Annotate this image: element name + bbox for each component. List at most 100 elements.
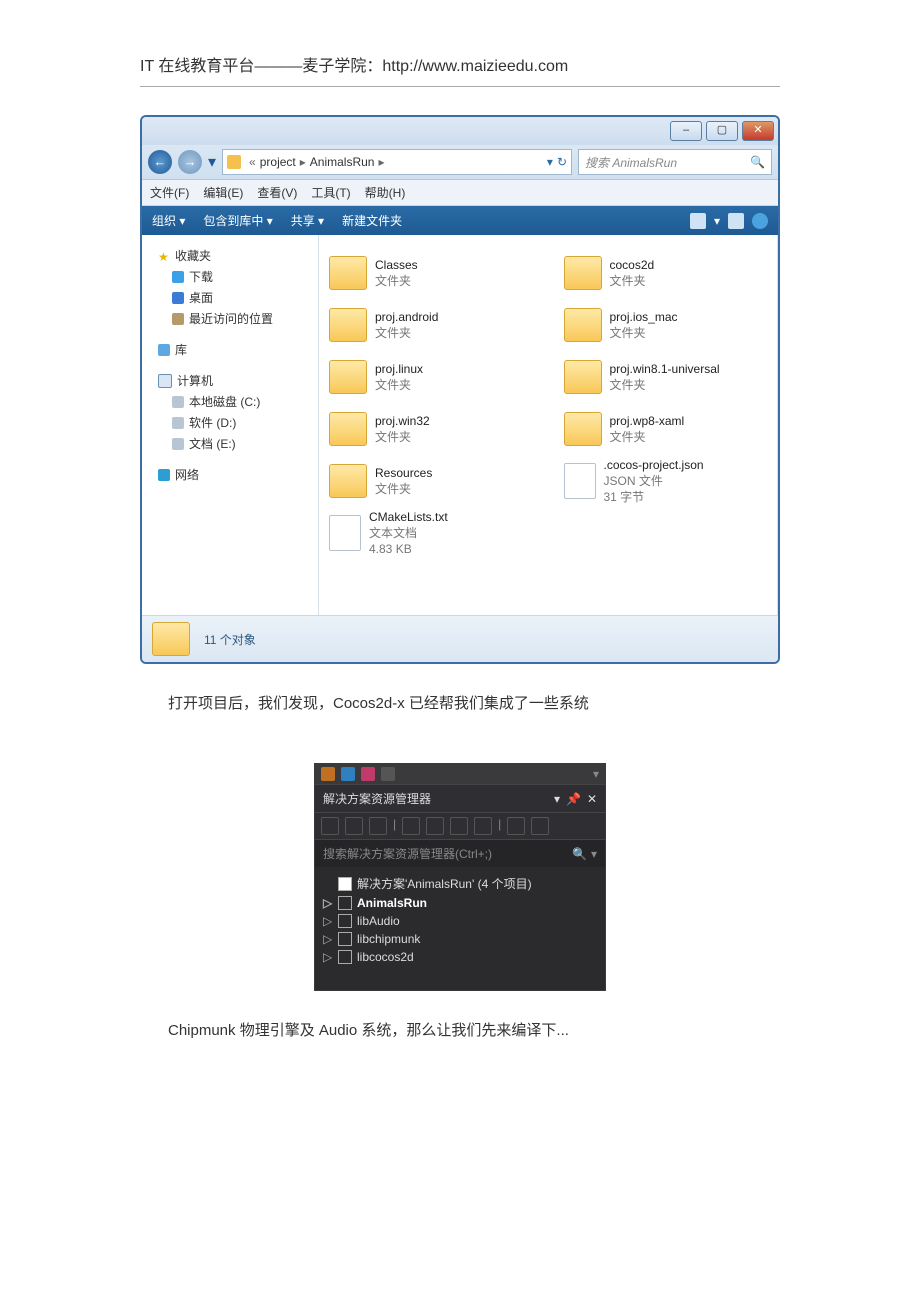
window-minimize-button[interactable]: –	[670, 121, 702, 141]
menu-tools[interactable]: 工具(T)	[311, 184, 350, 201]
toolbar-organize[interactable]: 组织 ▾	[152, 212, 185, 229]
menubar: 文件(F) 编辑(E) 查看(V) 工具(T) 帮助(H)	[142, 180, 778, 206]
recent-icon	[172, 313, 184, 325]
vs-search-placeholder: 搜索解决方案资源管理器(Ctrl+;)	[323, 845, 492, 862]
sidebar-item-downloads[interactable]: 下载	[150, 266, 310, 287]
toolbar-newfolder[interactable]: 新建文件夹	[342, 212, 402, 229]
vs-tool-more[interactable]	[531, 817, 549, 835]
vs-tool-refresh[interactable]	[426, 817, 444, 835]
file-item[interactable]: proj.wp8-xaml文件夹	[564, 403, 769, 455]
file-item[interactable]: proj.linux文件夹	[329, 351, 534, 403]
dropdown-icon[interactable]: ▾	[554, 792, 560, 806]
chevron-right-icon: ▷	[323, 932, 333, 946]
vs-solution-label: 解决方案'AnimalsRun' (4 个项目)	[357, 875, 532, 892]
vs-tool-collapse[interactable]	[450, 817, 468, 835]
sidebar-libraries[interactable]: 库	[150, 339, 310, 360]
nav-forward-button[interactable]: →	[178, 150, 202, 174]
file-item[interactable]: proj.ios_mac文件夹	[564, 299, 769, 351]
vs-tab-icon[interactable]	[321, 767, 335, 781]
vs-tab-icon[interactable]	[381, 767, 395, 781]
vs-project-node[interactable]: ▷ libcocos2d	[319, 948, 601, 966]
sidebar-item-drive-d[interactable]: 软件 (D:)	[150, 412, 310, 433]
home-icon[interactable]	[369, 817, 387, 835]
vs-tab-icon[interactable]	[361, 767, 375, 781]
vs-project-node[interactable]: ▷ libchipmunk	[319, 930, 601, 948]
file-item[interactable]: proj.win32文件夹	[329, 403, 534, 455]
chevron-right-icon: ▷	[323, 914, 333, 928]
pin-icon[interactable]: 📌	[566, 792, 581, 806]
vs-tab-icon[interactable]	[341, 767, 355, 781]
project-icon	[338, 914, 352, 928]
vs-solution-node[interactable]: 解决方案'AnimalsRun' (4 个项目)	[319, 873, 601, 894]
breadcrumb-animalsrun[interactable]: AnimalsRun	[310, 155, 375, 169]
breadcrumb-project[interactable]: project	[260, 155, 296, 169]
folder-icon	[329, 412, 367, 446]
file-item[interactable]: proj.win8.1-universal文件夹	[564, 351, 769, 403]
menu-file[interactable]: 文件(F)	[150, 184, 189, 201]
nav-back-button[interactable]: ←	[148, 150, 172, 174]
preview-pane-icon[interactable]	[728, 213, 744, 229]
paragraph-1: 打开项目后，我们发现，Cocos2d-x 已经帮我们集成了一些系统	[168, 692, 780, 713]
sidebar-favorites[interactable]: ★ 收藏夹	[150, 245, 310, 266]
menu-view[interactable]: 查看(V)	[257, 184, 297, 201]
close-icon[interactable]: ✕	[587, 792, 597, 806]
help-icon[interactable]	[752, 213, 768, 229]
file-item[interactable]: CMakeLists.txt文本文档4.83 KB	[329, 507, 534, 559]
file-type: 文件夹	[375, 325, 438, 341]
project-icon	[338, 950, 352, 964]
view-mode-icon[interactable]	[690, 213, 706, 229]
toolbar-include[interactable]: 包含到库中 ▾	[203, 212, 272, 229]
vs-project-node[interactable]: ▷ libAudio	[319, 912, 601, 930]
file-item[interactable]: Resources文件夹	[329, 455, 534, 507]
file-type: 文件夹	[610, 273, 655, 289]
vs-tool-sync[interactable]	[402, 817, 420, 835]
drive-icon	[172, 396, 184, 408]
sidebar-item-drive-c[interactable]: 本地磁盘 (C:)	[150, 391, 310, 412]
sidebar-item-drive-e[interactable]: 文档 (E:)	[150, 433, 310, 454]
vs-project-node[interactable]: ▷ AnimalsRun	[319, 894, 601, 912]
sidebar-item-label: 文档 (E:)	[189, 435, 236, 452]
solution-icon	[338, 877, 352, 891]
file-type: 文件夹	[610, 325, 678, 341]
file-list: Classes文件夹cocos2d文件夹proj.android文件夹proj.…	[319, 235, 778, 615]
toolbar-share[interactable]: 共享 ▾	[291, 212, 324, 229]
window-close-button[interactable]: ✕	[742, 121, 774, 141]
file-item[interactable]: Classes文件夹	[329, 247, 534, 299]
file-type: 文件夹	[375, 377, 423, 393]
nav-history-dropdown-icon[interactable]: ▾	[208, 152, 216, 172]
sidebar-item-recent[interactable]: 最近访问的位置	[150, 308, 310, 329]
wrench-icon[interactable]	[507, 817, 525, 835]
file-item[interactable]: cocos2d文件夹	[564, 247, 769, 299]
menu-help[interactable]: 帮助(H)	[365, 184, 406, 201]
vs-tool-showall[interactable]	[474, 817, 492, 835]
vs-search-input[interactable]: 搜索解决方案资源管理器(Ctrl+;) 🔍 ▾	[315, 839, 605, 867]
file-name: proj.android	[375, 309, 438, 325]
file-name: cocos2d	[610, 257, 655, 273]
breadcrumb[interactable]: « project ▸ AnimalsRun ▸ ▾ ↻	[222, 149, 572, 175]
file-item[interactable]: .cocos-project.jsonJSON 文件31 字节	[564, 455, 769, 507]
sidebar-network[interactable]: 网络	[150, 464, 310, 485]
sidebar-item-desktop[interactable]: 桌面	[150, 287, 310, 308]
file-item[interactable]: proj.android文件夹	[329, 299, 534, 351]
sidebar-item-label: 库	[175, 341, 187, 358]
breadcrumb-overflow: «	[245, 155, 260, 169]
vs-tool-back[interactable]	[321, 817, 339, 835]
star-icon: ★	[158, 250, 170, 262]
drive-icon	[172, 417, 184, 429]
folder-icon	[329, 256, 367, 290]
folder-icon	[564, 256, 602, 290]
window-maximize-button[interactable]: ▢	[706, 121, 738, 141]
vs-tool-forward[interactable]	[345, 817, 363, 835]
drive-icon	[172, 438, 184, 450]
navbar: ← → ▾ « project ▸ AnimalsRun ▸ ▾ ↻ 搜索 An…	[142, 145, 778, 180]
sidebar-computer[interactable]: 计算机	[150, 370, 310, 391]
file-type: 文本文档	[369, 525, 448, 541]
refresh-icon[interactable]: ↻	[557, 155, 567, 169]
file-name: proj.wp8-xaml	[610, 413, 685, 429]
search-input[interactable]: 搜索 AnimalsRun 🔍	[578, 149, 772, 175]
library-icon	[158, 344, 170, 356]
menu-edit[interactable]: 编辑(E)	[203, 184, 243, 201]
sidebar-item-label: 收藏夹	[175, 247, 211, 264]
project-icon	[338, 896, 352, 910]
document-icon	[329, 515, 361, 551]
